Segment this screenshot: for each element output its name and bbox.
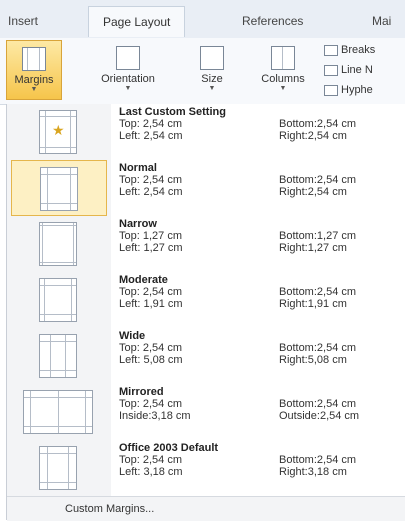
- line-numbers-button[interactable]: Line N: [324, 64, 373, 76]
- margin-value: Top: 1,27 cm: [119, 230, 182, 242]
- columns-button[interactable]: Columns ▼: [250, 40, 316, 100]
- tab-page-layout[interactable]: Page Layout: [88, 6, 186, 37]
- size-button[interactable]: Size ▼: [184, 40, 240, 100]
- margin-option-name: Wide: [119, 330, 146, 342]
- hyphenation-label: Hyphe: [341, 84, 373, 96]
- margin-preview-icon: [40, 167, 78, 211]
- chevron-down-icon: ▼: [124, 85, 132, 92]
- margin-option-mirrored[interactable]: Mirrored Top: 2,54 cm Inside:3,18 cm Bot…: [7, 384, 405, 440]
- size-label: Size: [201, 73, 223, 85]
- star-icon: ★: [52, 122, 65, 138]
- margin-option-normal[interactable]: Normal Top: 2,54 cm Left: 2,54 cm Bottom…: [7, 160, 405, 216]
- orientation-label: Orientation: [101, 73, 155, 85]
- margin-option-name: Moderate: [119, 274, 168, 286]
- hyphenation-icon: [324, 84, 338, 96]
- margin-value: Top: 2,54 cm: [119, 454, 182, 466]
- margins-dropdown: ★ Last Custom Setting Top: 2,54 cm Left:…: [6, 104, 405, 521]
- margin-value: Top: 2,54 cm: [119, 286, 182, 298]
- margin-preview-icon: [39, 278, 77, 322]
- columns-label: Columns: [261, 73, 305, 85]
- margin-value: Left: 2,54 cm: [119, 186, 183, 198]
- margin-value: Inside:3,18 cm: [119, 410, 191, 422]
- margin-option-wide[interactable]: Wide Top: 2,54 cm Left: 5,08 cm Bottom:2…: [7, 328, 405, 384]
- margin-value: Right:5,08 cm: [279, 354, 347, 366]
- columns-icon: [271, 46, 295, 70]
- tab-references[interactable]: References: [242, 14, 303, 28]
- margin-value: Top: 2,54 cm: [119, 174, 182, 186]
- ribbon-tab-bar: Insert Page Layout References Mai: [0, 0, 405, 39]
- margin-option-last-custom[interactable]: ★ Last Custom Setting Top: 2,54 cm Left:…: [7, 104, 405, 160]
- line-numbers-icon: [324, 64, 338, 76]
- margin-value: Top: 2,54 cm: [119, 398, 182, 410]
- margin-value: Bottom:1,27 cm: [279, 230, 357, 242]
- margin-value: Bottom:2,54 cm: [279, 286, 357, 298]
- margin-value: Left: 1,91 cm: [119, 298, 183, 310]
- chevron-down-icon: ▼: [208, 85, 216, 92]
- margin-preview-icon: [39, 222, 77, 266]
- custom-margins-button[interactable]: Custom Margins...: [7, 496, 405, 521]
- margin-option-moderate[interactable]: Moderate Top: 2,54 cm Left: 1,91 cm Bott…: [7, 272, 405, 328]
- margin-option-name: Normal: [119, 162, 157, 174]
- margin-value: Bottom:2,54 cm: [279, 454, 357, 466]
- margin-value: Bottom:2,54 cm: [279, 342, 357, 354]
- margin-value: Right:1,91 cm: [279, 298, 347, 310]
- margin-value: Right:2,54 cm: [279, 130, 347, 142]
- margin-value: Left: 2,54 cm: [119, 130, 183, 142]
- orientation-icon: [116, 46, 140, 70]
- margin-option-name: Mirrored: [119, 386, 164, 398]
- margin-option-name: Last Custom Setting: [119, 106, 226, 118]
- breaks-button[interactable]: Breaks: [324, 44, 375, 56]
- margin-value: Bottom:2,54 cm: [279, 174, 357, 186]
- orientation-button[interactable]: Orientation ▼: [84, 40, 172, 100]
- margin-preview-icon: [23, 390, 93, 434]
- line-numbers-label: Line N: [341, 64, 373, 76]
- hyphenation-button[interactable]: Hyphe: [324, 84, 373, 96]
- chevron-down-icon: ▼: [30, 86, 38, 93]
- breaks-icon: [324, 44, 338, 56]
- margin-option-name: Office 2003 Default: [119, 442, 219, 454]
- chevron-down-icon: ▼: [279, 85, 287, 92]
- margin-value: Left: 3,18 cm: [119, 466, 183, 478]
- margin-value: Right:2,54 cm: [279, 186, 347, 198]
- margin-preview-icon: [39, 446, 77, 490]
- margin-value: Top: 2,54 cm: [119, 342, 182, 354]
- margin-option-narrow[interactable]: Narrow Top: 1,27 cm Left: 1,27 cm Bottom…: [7, 216, 405, 272]
- margin-value: Left: 1,27 cm: [119, 242, 183, 254]
- margin-option-name: Narrow: [119, 218, 157, 230]
- margin-value: Left: 5,08 cm: [119, 354, 183, 366]
- margin-preview-icon: ★: [39, 110, 77, 154]
- margin-value: Top: 2,54 cm: [119, 118, 182, 130]
- tab-mailings[interactable]: Mai: [372, 14, 391, 28]
- margin-value: Right:1,27 cm: [279, 242, 347, 254]
- custom-margins-label: Custom Margins...: [65, 503, 155, 515]
- margin-value: Bottom:2,54 cm: [279, 398, 357, 410]
- margin-value: Bottom:2,54 cm: [279, 118, 357, 130]
- margin-value: Outside:2,54 cm: [279, 410, 360, 422]
- margins-label: Margins: [14, 74, 54, 86]
- tab-insert[interactable]: Insert: [8, 14, 38, 28]
- margin-value: Right:3,18 cm: [279, 466, 347, 478]
- margins-icon: [22, 47, 46, 71]
- margin-option-office-2003[interactable]: Office 2003 Default Top: 2,54 cm Left: 3…: [7, 440, 405, 496]
- margin-preview-icon: [39, 334, 77, 378]
- page-setup-ribbon-group: Margins ▼ Orientation ▼ Size ▼ Columns ▼…: [0, 38, 405, 105]
- breaks-label: Breaks: [341, 44, 376, 56]
- margins-button[interactable]: Margins ▼: [6, 40, 62, 100]
- page-size-icon: [200, 46, 224, 70]
